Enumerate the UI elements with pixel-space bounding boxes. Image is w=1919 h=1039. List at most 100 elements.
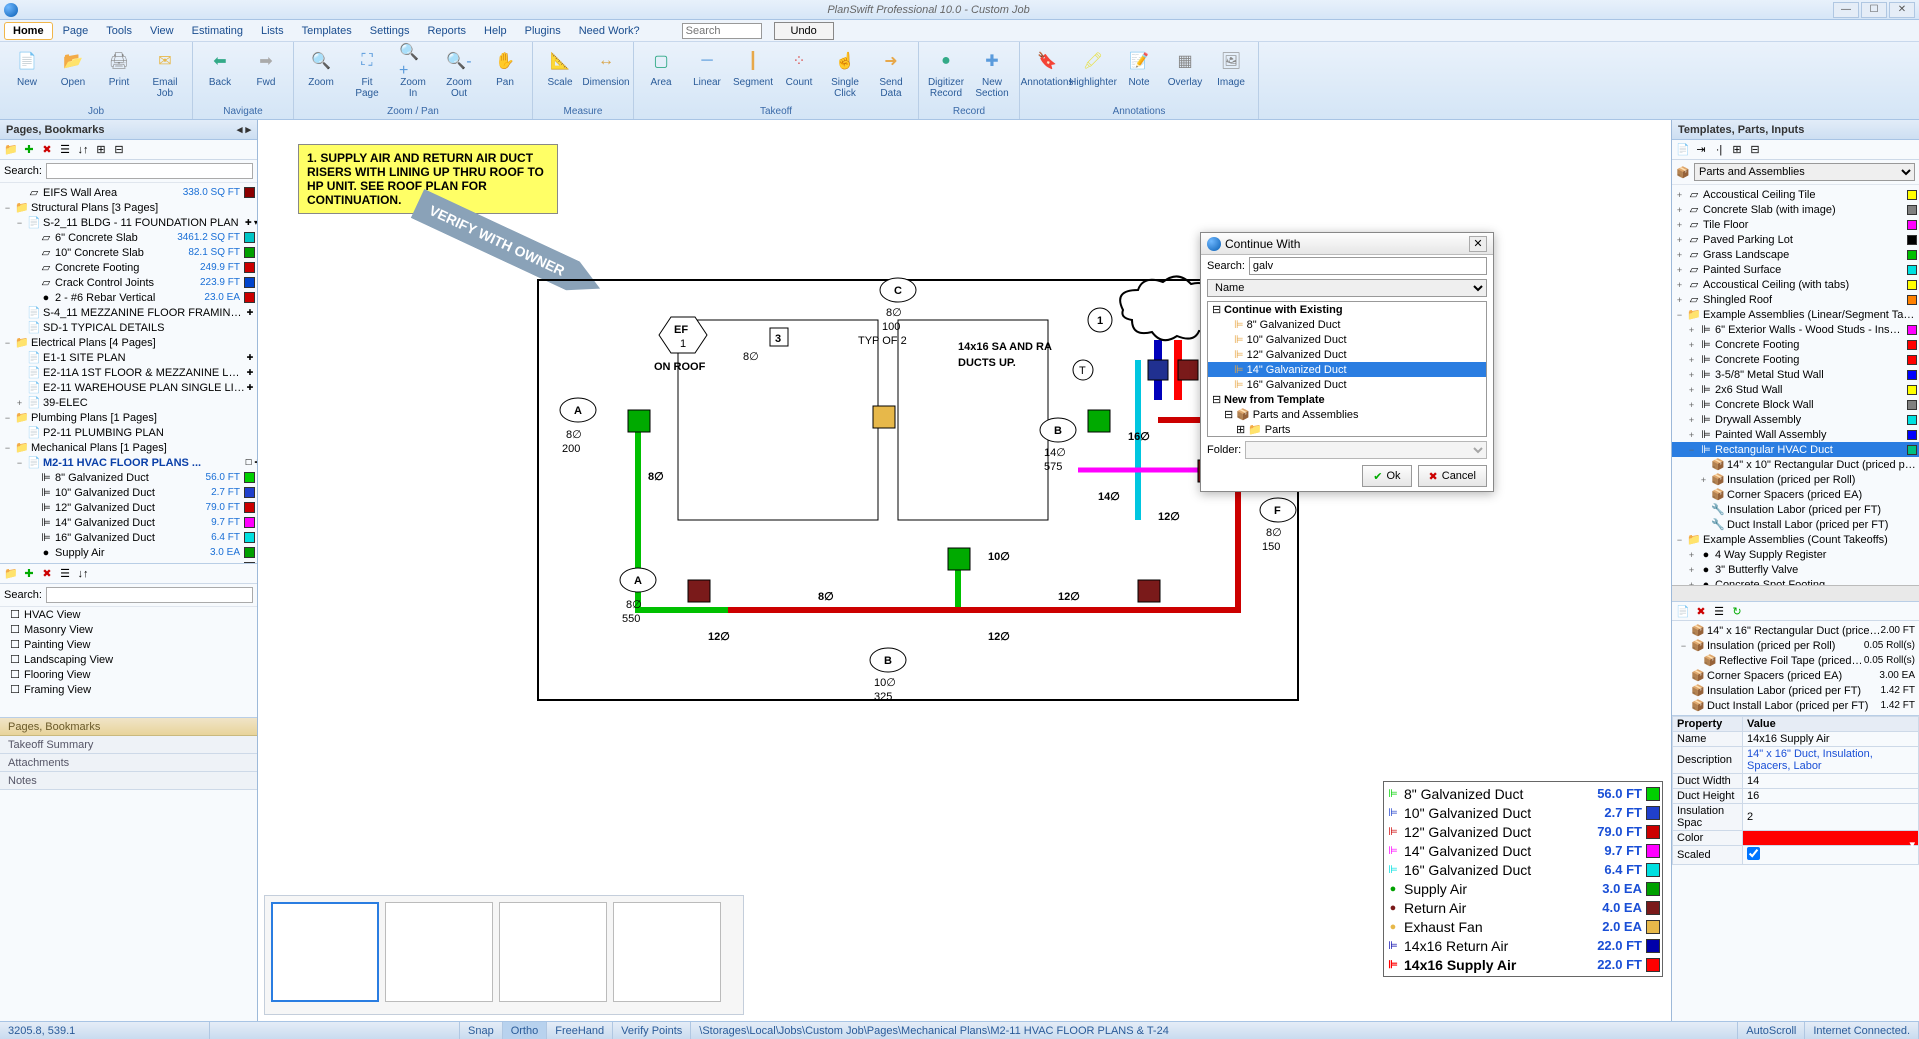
zoomout-button[interactable]: 🔍-Zoom Out — [438, 44, 480, 99]
zoomin-button[interactable]: 🔍+Zoom In — [392, 44, 434, 99]
menu-page[interactable]: Page — [55, 23, 97, 39]
tree-item[interactable]: +▱Grass Landscape — [1672, 247, 1919, 262]
tree-item[interactable]: ▱Crack Control Joints223.9 FT — [0, 275, 257, 290]
add-icon[interactable]: ✚ — [22, 143, 36, 157]
tree-item[interactable]: −📁Electrical Plans [4 Pages] — [0, 335, 257, 350]
tree-item[interactable]: +▱Paved Parking Lot — [1672, 232, 1919, 247]
image-button[interactable]: 🖼Image — [1210, 44, 1252, 88]
send-button[interactable]: ➜Send Data — [870, 44, 912, 99]
mini-item[interactable]: 📦Insulation Labor (priced per FT)1.42 FT — [1672, 683, 1919, 698]
prop-value[interactable]: 14 — [1743, 774, 1919, 789]
mini-item[interactable]: 📦Duct Install Labor (priced per FT)1.42 … — [1672, 698, 1919, 713]
thumb-3[interactable] — [499, 902, 607, 1002]
tree-item[interactable]: 📄P2-11 PLUMBING PLAN — [0, 425, 257, 440]
annotations-button[interactable]: 🔖Annotations — [1026, 44, 1068, 88]
delete-icon[interactable]: ✖ — [1694, 604, 1708, 618]
tree-item[interactable]: +▱Painted Surface — [1672, 262, 1919, 277]
mini-item[interactable]: 📦Reflective Foil Tape (priced per Roll)0… — [1672, 653, 1919, 668]
segment-button[interactable]: ┃Segment — [732, 44, 774, 88]
collapse-icon[interactable]: ⊟ — [1748, 143, 1762, 157]
note-button[interactable]: 📝Note — [1118, 44, 1160, 88]
tree-item[interactable]: 📦Corner Spacers (priced EA) — [1672, 487, 1919, 502]
tree-item[interactable]: +⊫Concrete Block Wall — [1672, 397, 1919, 412]
new-folder-icon[interactable]: 📁 — [4, 143, 18, 157]
tree-item[interactable]: +⊫Drywall Assembly — [1672, 412, 1919, 427]
collapse-icon[interactable]: ⊟ — [112, 143, 126, 157]
prop-value[interactable]: 14" x 16" Duct, Insulation, Spacers, Lab… — [1743, 747, 1919, 774]
new-button[interactable]: 📄New — [6, 44, 48, 88]
dimension-button[interactable]: ↔Dimension — [585, 44, 627, 88]
views-search-input[interactable] — [46, 587, 253, 603]
dialog-close-button[interactable]: ✕ — [1469, 236, 1487, 252]
templates-hscroll[interactable] — [1672, 585, 1919, 601]
tree-item[interactable]: 📦14" x 10" Rectangular Duct (priced per … — [1672, 457, 1919, 472]
thumb-2[interactable] — [385, 902, 493, 1002]
prop-value[interactable] — [1743, 831, 1919, 846]
freehand-toggle[interactable]: FreeHand — [547, 1022, 613, 1039]
tree-item[interactable]: +▱Concrete Slab (with image) — [1672, 202, 1919, 217]
view-item[interactable]: ☐Masonry View — [0, 622, 257, 637]
menu-home[interactable]: Home — [4, 22, 53, 40]
tree-item[interactable]: +⊫2x6 Stud Wall — [1672, 382, 1919, 397]
menu-plugins[interactable]: Plugins — [517, 23, 569, 39]
link-icon[interactable]: ⇥ — [1694, 143, 1708, 157]
email-button[interactable]: ✉Email Job — [144, 44, 186, 99]
menu-lists[interactable]: Lists — [253, 23, 292, 39]
print-button[interactable]: 🖨Print — [98, 44, 140, 88]
tree-item[interactable]: ⊫16" Galvanized Duct6.4 FT — [0, 530, 257, 545]
delete-icon[interactable]: ✖ — [40, 567, 54, 581]
mini-item[interactable]: 📦14" x 16" Rectangular Duct (priced per … — [1672, 623, 1919, 638]
tree-item[interactable]: +▱Accoustical Ceiling (with tabs) — [1672, 277, 1919, 292]
dialog-item[interactable]: ⊟New from Template — [1208, 392, 1486, 407]
mini-item[interactable]: 📦Corner Spacers (priced EA)3.00 EA — [1672, 668, 1919, 683]
dialog-ok-button[interactable]: ✔Ok — [1362, 465, 1411, 487]
ortho-toggle[interactable]: Ortho — [503, 1022, 548, 1039]
thumb-1[interactable] — [271, 902, 379, 1002]
view-item[interactable]: ☐HVAC View — [0, 607, 257, 622]
view-item[interactable]: ☐Painting View — [0, 637, 257, 652]
tree-item[interactable]: +⊫3-5/8" Metal Stud Wall — [1672, 367, 1919, 382]
dialog-sort-select[interactable]: Name — [1207, 279, 1487, 297]
menu-need-work-[interactable]: Need Work? — [571, 23, 648, 39]
thumbnail-strip[interactable] — [264, 895, 744, 1015]
tree-item[interactable]: −📄S-2_11 BLDG - 11 FOUNDATION PLAN✚ ▾ — [0, 215, 257, 230]
tree-item[interactable]: +⊫Concrete Footing — [1672, 337, 1919, 352]
refresh-icon[interactable]: ↻ — [1730, 604, 1744, 618]
fitpage-button[interactable]: ⛶Fit Page — [346, 44, 388, 99]
minimize-button[interactable]: — — [1833, 2, 1859, 18]
tree-item[interactable]: −📁Example Assemblies (Linear/Segment Tak… — [1672, 307, 1919, 322]
templates-toolbar[interactable]: 📄 ⇥ ·| ⊞ ⊟ — [1672, 140, 1919, 160]
tree-item[interactable]: 🔧Insulation Labor (priced per FT) — [1672, 502, 1919, 517]
expand-icon[interactable]: ⊞ — [94, 143, 108, 157]
area-button[interactable]: ▢Area — [640, 44, 682, 88]
tree-item[interactable]: ⊫8" Galvanized Duct56.0 FT — [0, 470, 257, 485]
pages-tree[interactable]: ▱EIFS Wall Area338.0 SQ FT−📁Structural P… — [0, 183, 257, 563]
left-tabs[interactable]: Pages, BookmarksTakeoff SummaryAttachmen… — [0, 717, 257, 790]
dialog-search-input[interactable] — [1249, 257, 1487, 275]
snap-toggle[interactable]: Snap — [460, 1022, 503, 1039]
zoom-button[interactable]: 🔍Zoom — [300, 44, 342, 88]
thumb-4[interactable] — [613, 902, 721, 1002]
drawing-canvas[interactable]: 1. SUPPLY AIR AND RETURN AIR DUCT RISERS… — [258, 120, 1671, 1021]
tree-item[interactable]: +📦Insulation (priced per Roll) — [1672, 472, 1919, 487]
tree-item[interactable]: +⊫6" Exterior Walls - Wood Studs - Insul… — [1672, 322, 1919, 337]
props-icon[interactable]: ☰ — [1712, 604, 1726, 618]
pan-button[interactable]: ✋Pan — [484, 44, 526, 88]
pages-toolbar[interactable]: 📁 ✚ ✖ ☰ ↓↑ ⊞ ⊟ — [0, 140, 257, 160]
menu-help[interactable]: Help — [476, 23, 515, 39]
tree-item[interactable]: ▱Concrete Footing249.9 FT — [0, 260, 257, 275]
digitizer-button[interactable]: ●Digitizer Record — [925, 44, 967, 99]
tree-item[interactable]: +●4 Way Supply Register — [1672, 547, 1919, 562]
menu-view[interactable]: View — [142, 23, 182, 39]
prop-value[interactable]: 16 — [1743, 789, 1919, 804]
tree-item[interactable]: +▱Accoustical Ceiling Tile — [1672, 187, 1919, 202]
tree-item[interactable]: +📄39-ELEC — [0, 395, 257, 410]
newsection-button[interactable]: ✚New Section — [971, 44, 1013, 99]
tree-item[interactable]: −📁Structural Plans [3 Pages] — [0, 200, 257, 215]
mini-tree[interactable]: 📦14" x 16" Rectangular Duct (priced per … — [1672, 621, 1919, 715]
prop-value[interactable]: 2 — [1743, 804, 1919, 831]
menu-templates[interactable]: Templates — [294, 23, 360, 39]
prop-value[interactable]: 14x16 Supply Air — [1743, 732, 1919, 747]
prop-value[interactable] — [1743, 846, 1919, 865]
tree-item[interactable]: −📁Mechanical Plans [1 Pages] — [0, 440, 257, 455]
